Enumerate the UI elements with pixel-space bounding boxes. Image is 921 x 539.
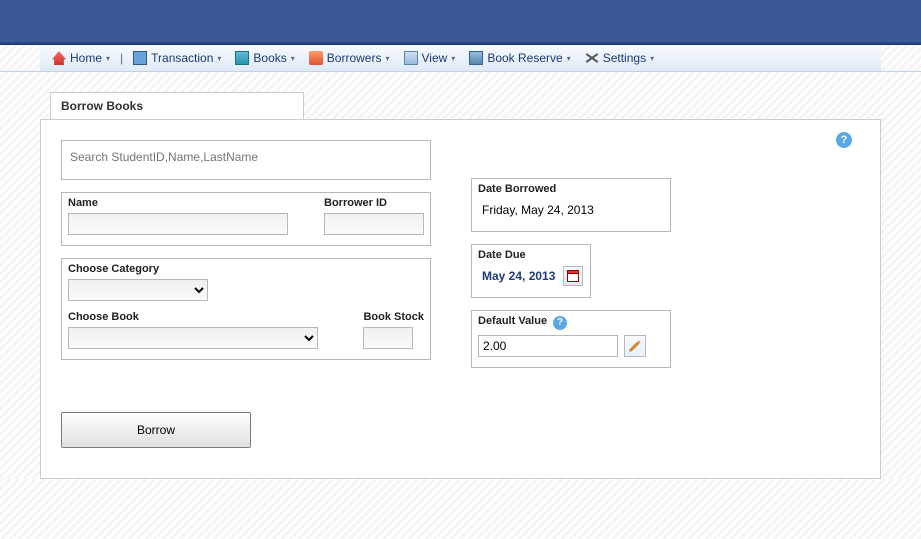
books-icon (235, 51, 249, 65)
settings-icon (585, 51, 599, 65)
book-select[interactable] (68, 327, 318, 349)
menu-settings-label: Settings (603, 51, 646, 65)
book-stock-label: Book Stock (363, 311, 424, 323)
date-borrowed-value: Friday, May 24, 2013 (478, 199, 664, 221)
borrowers-icon (309, 51, 323, 65)
chevron-down-icon: ▾ (385, 54, 389, 63)
menu-transaction[interactable]: Transaction ▾ (127, 49, 227, 67)
menu-home-label: Home (70, 51, 102, 65)
right-column: Date Borrowed Friday, May 24, 2013 Date … (471, 140, 671, 448)
borrower-id-input[interactable] (324, 213, 424, 235)
edit-default-value-button[interactable] (624, 335, 646, 357)
default-value-label: Default Value (478, 315, 547, 327)
borrower-group: Name Borrower ID (61, 192, 431, 246)
menu-strip-wrap: Home ▾ | Transaction ▾ Books ▾ Borrowers… (0, 44, 921, 72)
help-icon[interactable]: ? (836, 132, 852, 148)
date-due-label: Date Due (478, 249, 584, 261)
spacer (471, 140, 671, 178)
chevron-down-icon: ▾ (567, 54, 571, 63)
page-container: Borrow Books ? Name Borrower ID (40, 92, 881, 479)
pencil-icon (628, 339, 642, 353)
borrower-id-label: Borrower ID (324, 197, 424, 209)
date-borrowed-label: Date Borrowed (478, 183, 664, 195)
book-stock-input[interactable] (363, 327, 413, 349)
menu-view[interactable]: View ▾ (398, 49, 462, 67)
default-value-input[interactable] (478, 335, 618, 357)
book-reserve-icon (469, 51, 483, 65)
menu-borrowers[interactable]: Borrowers ▾ (303, 49, 396, 67)
chevron-down-icon: ▾ (650, 54, 654, 63)
menu-borrowers-label: Borrowers (327, 51, 382, 65)
page-title: Borrow Books (50, 92, 304, 120)
main-panel: ? Name Borrower ID (40, 119, 881, 479)
transaction-icon (133, 51, 147, 65)
menu-books[interactable]: Books ▾ (229, 49, 300, 67)
search-input[interactable] (68, 145, 424, 169)
left-column: Name Borrower ID Choose Category (61, 140, 431, 448)
date-borrowed-group: Date Borrowed Friday, May 24, 2013 (471, 178, 671, 232)
name-input[interactable] (68, 213, 288, 235)
category-label: Choose Category (68, 263, 424, 275)
menu-home[interactable]: Home ▾ (46, 49, 116, 67)
borrow-button[interactable]: Borrow (61, 412, 251, 448)
book-group: Choose Category Choose Book (61, 258, 431, 360)
default-value-group: Default Value ? (471, 310, 671, 368)
calendar-icon[interactable] (563, 266, 583, 286)
form-columns: Name Borrower ID Choose Category (61, 140, 860, 448)
chevron-down-icon: ▾ (217, 54, 221, 63)
app-header-bar (0, 0, 921, 44)
help-small-icon[interactable]: ? (553, 316, 567, 330)
chevron-down-icon: ▾ (106, 54, 110, 63)
menu-strip: Home ▾ | Transaction ▾ Books ▾ Borrowers… (40, 45, 881, 71)
menu-settings[interactable]: Settings ▾ (579, 49, 660, 67)
chevron-down-icon: ▾ (291, 54, 295, 63)
menu-separator: | (118, 51, 125, 65)
date-due-group: Date Due May 24, 2013 (471, 244, 591, 298)
menu-books-label: Books (253, 51, 286, 65)
chevron-down-icon: ▾ (451, 54, 455, 63)
view-icon (404, 51, 418, 65)
date-due-value: May 24, 2013 (478, 265, 559, 287)
menu-book-reserve-label: Book Reserve (487, 51, 562, 65)
name-label: Name (68, 197, 312, 209)
category-select[interactable] (68, 279, 208, 301)
menu-book-reserve[interactable]: Book Reserve ▾ (463, 49, 576, 67)
choose-book-label: Choose Book (68, 311, 351, 323)
home-icon (52, 51, 66, 65)
menu-view-label: View (422, 51, 448, 65)
search-group (61, 140, 431, 180)
menu-transaction-label: Transaction (151, 51, 213, 65)
